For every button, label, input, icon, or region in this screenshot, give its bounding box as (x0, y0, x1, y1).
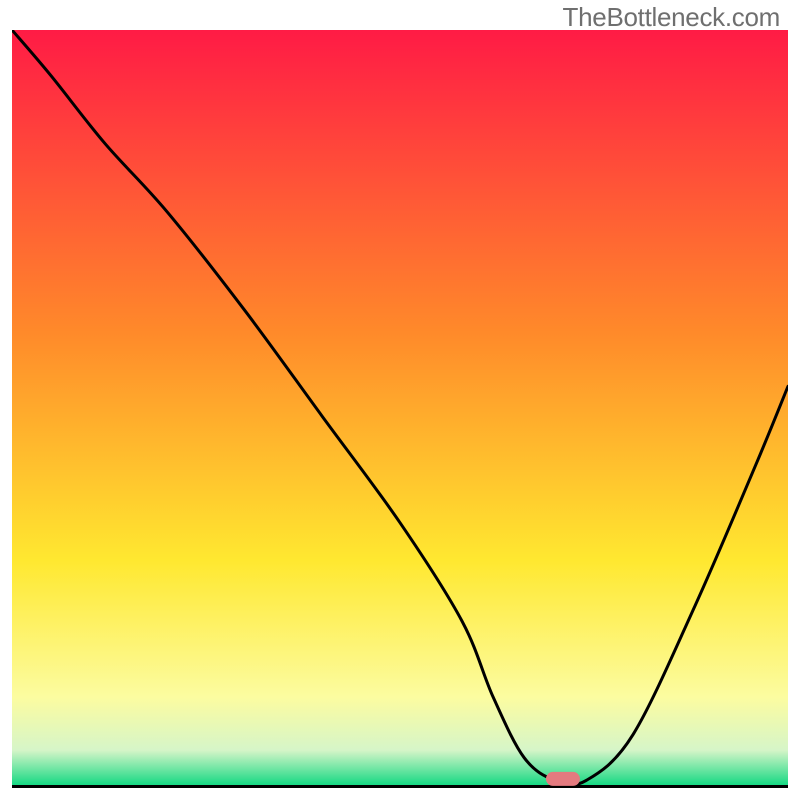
chart-container: TheBottleneck.com (0, 0, 800, 800)
bottleneck-chart (0, 0, 800, 800)
watermark-text: TheBottleneck.com (563, 2, 780, 33)
optimal-marker (546, 772, 580, 786)
